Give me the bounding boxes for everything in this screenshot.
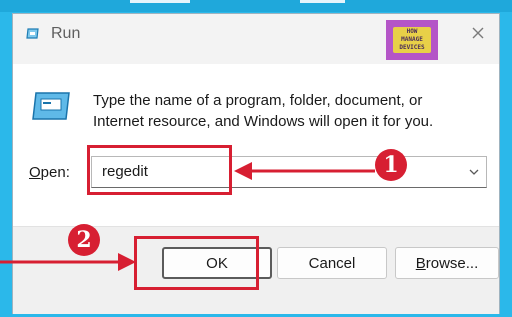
logo-text: HOW: [406, 28, 418, 35]
close-icon[interactable]: [469, 24, 487, 42]
browse-button[interactable]: Browse...: [395, 247, 499, 279]
description-line: Internet resource, and Windows will open…: [93, 113, 434, 130]
open-label: Open:: [29, 164, 70, 181]
highlight-box-input: [87, 145, 232, 195]
cancel-button-label: Cancel: [308, 254, 356, 272]
step-1-badge: 1: [375, 149, 407, 181]
browse-button-label: rowse...: [425, 254, 479, 272]
open-label-accelerator: O: [29, 164, 41, 181]
cancel-button[interactable]: Cancel: [277, 247, 387, 279]
browse-accelerator: B: [415, 254, 426, 272]
chevron-down-icon[interactable]: [468, 166, 480, 178]
background-strip: [0, 0, 512, 12]
description-line: Type the name of a program, folder, docu…: [93, 92, 423, 109]
strip-segment: [130, 0, 190, 3]
run-app-icon: [26, 28, 39, 39]
brand-logo-mark: HOW MANAGE DEVICES: [393, 27, 431, 53]
window-title: Run: [51, 25, 81, 42]
highlight-box-ok: [134, 236, 259, 290]
run-icon: [32, 92, 70, 120]
open-label-text: pen:: [40, 164, 70, 181]
dialog-body: [13, 64, 499, 226]
brand-logo: HOW MANAGE DEVICES: [386, 20, 438, 60]
strip-segment: [300, 0, 345, 3]
logo-text: DEVICES: [399, 44, 425, 51]
dialog-description: Type the name of a program, folder, docu…: [93, 90, 473, 132]
logo-text: MANAGE: [401, 36, 423, 43]
step-2-badge: 2: [68, 224, 100, 256]
